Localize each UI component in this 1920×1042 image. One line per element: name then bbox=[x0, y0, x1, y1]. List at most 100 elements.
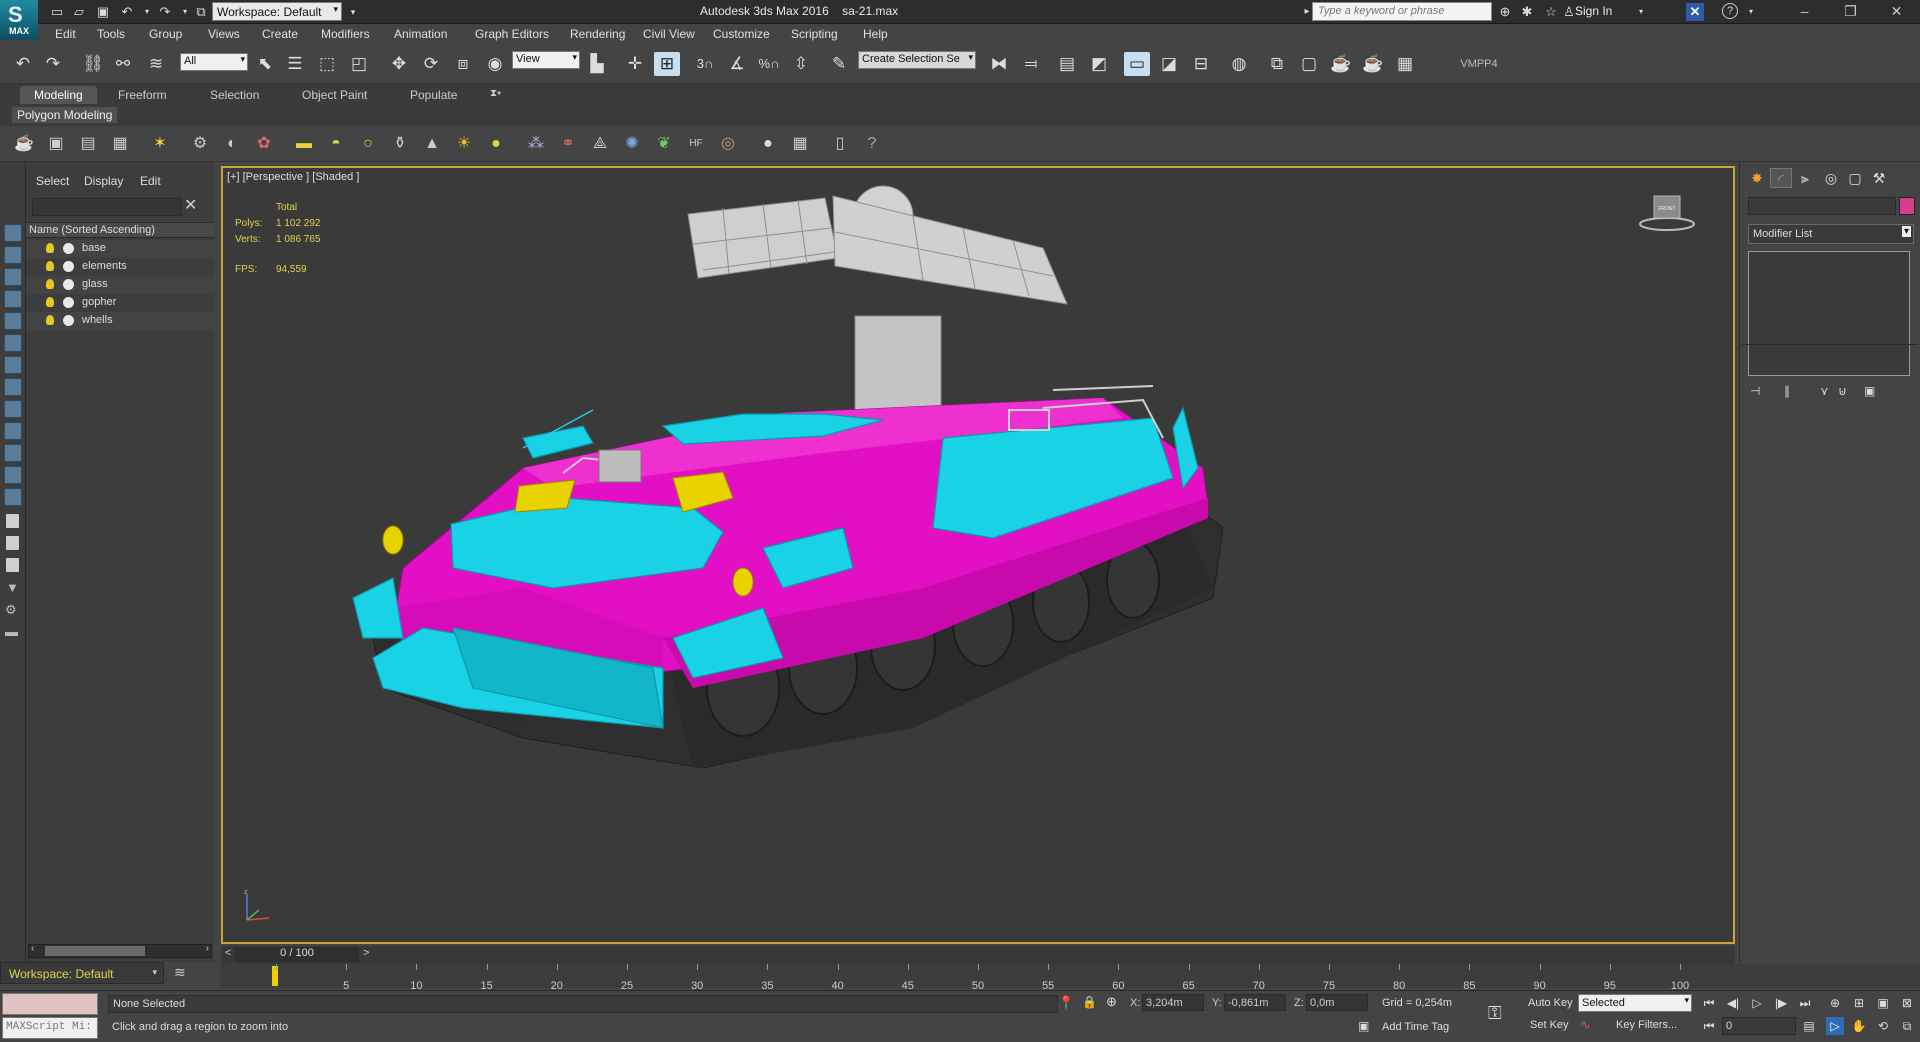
set-key-button[interactable]: Set Key bbox=[1530, 1019, 1569, 1031]
maxscript-mini-listener[interactable]: MAXScript Mi: bbox=[2, 1017, 98, 1039]
redo-quick-icon[interactable]: ↷ bbox=[156, 3, 174, 21]
menu-customize[interactable]: Customize bbox=[713, 27, 770, 41]
clear-search-icon[interactable]: ✕ bbox=[184, 195, 197, 215]
render-visibility-icon[interactable] bbox=[63, 243, 74, 254]
menu-civil-view[interactable]: Civil View bbox=[643, 27, 695, 41]
absolute-mode-icon[interactable]: ⊕ bbox=[1106, 994, 1117, 1010]
bones-icon[interactable]: ⟁ bbox=[588, 133, 612, 155]
scene-explorer-toggle-icon[interactable]: ▤ bbox=[1054, 52, 1080, 76]
link-icon[interactable]: ⛓ bbox=[80, 52, 106, 76]
time-tag-icon[interactable]: ▣ bbox=[1358, 1019, 1369, 1033]
light-bulb-icon[interactable] bbox=[46, 243, 54, 253]
unlink-icon[interactable]: ⚯ bbox=[110, 52, 136, 76]
se-menu-edit[interactable]: Edit bbox=[140, 174, 161, 188]
tab-selection[interactable]: Selection bbox=[210, 88, 259, 102]
percent-snap-icon[interactable]: %∩ bbox=[756, 52, 782, 76]
hemisphere-primitive-icon[interactable]: ◓ bbox=[324, 133, 348, 155]
display-tab-icon[interactable]: ▢ bbox=[1844, 168, 1866, 188]
selection-filter-dropdown[interactable]: All ▾ bbox=[180, 53, 248, 71]
menu-rendering[interactable]: Rendering bbox=[570, 27, 625, 41]
object-color-swatch[interactable] bbox=[1899, 197, 1915, 215]
render-visibility-icon[interactable] bbox=[63, 315, 74, 326]
go-to-end-icon[interactable]: ⏭ bbox=[1796, 994, 1814, 1012]
z-coord-field[interactable]: 0,0m bbox=[1306, 994, 1368, 1011]
modifier-stack[interactable] bbox=[1748, 251, 1910, 376]
display-shapes-icon[interactable] bbox=[4, 268, 22, 286]
hair-fur-icon[interactable]: HF bbox=[684, 133, 708, 155]
redo-icon[interactable]: ↷ bbox=[40, 52, 66, 76]
undo-icon[interactable]: ↶ bbox=[10, 52, 36, 76]
next-key-icon[interactable]: |▶ bbox=[1772, 994, 1790, 1012]
material-sphere-icon[interactable]: ● bbox=[756, 133, 780, 155]
help-icon[interactable]: ? bbox=[1722, 3, 1738, 19]
select-manipulate-icon[interactable]: ✛ bbox=[622, 52, 648, 76]
make-unique-icon[interactable]: ⋎ bbox=[1820, 384, 1829, 398]
time-marker[interactable] bbox=[272, 966, 278, 986]
pivot-center-icon[interactable]: ▙ bbox=[584, 52, 610, 76]
dynamics-icon[interactable]: ⚭ bbox=[556, 133, 580, 155]
scroll-right-icon[interactable]: › bbox=[206, 943, 209, 954]
select-none-icon[interactable] bbox=[6, 536, 19, 550]
helper-icon[interactable]: ◐ bbox=[220, 133, 244, 155]
layer-explorer-icon[interactable]: ◩ bbox=[1086, 52, 1112, 76]
mirror-icon[interactable]: ⧓ bbox=[986, 52, 1012, 76]
prev-frame-icon[interactable]: < bbox=[225, 947, 231, 959]
go-to-start-icon[interactable]: ⏮ bbox=[1700, 994, 1718, 1012]
key-filters-button[interactable]: Key Filters... bbox=[1616, 1019, 1677, 1031]
render-visibility-icon[interactable] bbox=[63, 261, 74, 272]
hierarchy-tab-icon[interactable]: ⫸ bbox=[1794, 168, 1816, 188]
scroll-left-icon[interactable]: ‹ bbox=[31, 943, 34, 954]
show-end-result-icon[interactable]: ∥ bbox=[1784, 384, 1790, 398]
workspace-dropdown[interactable]: Workspace: Default ▾ bbox=[212, 2, 342, 21]
favorites-star-icon[interactable]: ☆ bbox=[1542, 3, 1560, 21]
x-coord-field[interactable]: 3,204m bbox=[1142, 994, 1204, 1011]
display-hidden-icon[interactable] bbox=[4, 488, 22, 506]
menu-modifiers[interactable]: Modifiers bbox=[321, 27, 370, 41]
search-input[interactable]: Type a keyword or phrase bbox=[1312, 2, 1492, 21]
quick-access-menu-icon[interactable]: ▾ bbox=[344, 3, 362, 21]
zoom-icon[interactable]: ⊕ bbox=[1826, 994, 1844, 1012]
lock-icon[interactable]: ▬ bbox=[5, 624, 18, 639]
binoculars-icon[interactable]: ⊕ bbox=[1496, 3, 1514, 21]
track-bar[interactable]: 5 10 15 20 25 30 35 40 45 50 55 60 65 70 75 80 85 90 95 100 bbox=[220, 964, 1920, 992]
lights-manager-icon[interactable]: ✶ bbox=[148, 133, 172, 155]
tab-freeform[interactable]: Freeform bbox=[118, 88, 167, 102]
light-bulb-icon[interactable] bbox=[46, 261, 54, 271]
schematic-view-icon[interactable]: ⊟ bbox=[1188, 52, 1214, 76]
se-menu-display[interactable]: Display bbox=[84, 174, 123, 188]
communication-center-icon[interactable]: ✱ bbox=[1518, 3, 1536, 21]
render-visibility-icon[interactable] bbox=[63, 297, 74, 308]
menu-group[interactable]: Group bbox=[149, 27, 182, 41]
sync-selection-icon[interactable]: ⚙ bbox=[5, 602, 17, 618]
key-curve-icon[interactable]: ∿ bbox=[1580, 1017, 1591, 1033]
display-bones-icon[interactable] bbox=[4, 422, 22, 440]
previous-key-icon[interactable]: ◀| bbox=[1724, 994, 1742, 1012]
gear-icon[interactable]: ✺ bbox=[620, 133, 644, 155]
render-iterative-icon[interactable]: ☕ bbox=[1360, 52, 1386, 76]
bind-space-warp-icon[interactable]: ≋ bbox=[143, 52, 169, 76]
zoom-all-icon[interactable]: ⊞ bbox=[1850, 994, 1868, 1012]
ribbon-options-icon[interactable]: ⧗▾ bbox=[490, 88, 501, 99]
menu-animation[interactable]: Animation bbox=[394, 27, 447, 41]
modify-tab-icon[interactable]: ◜ bbox=[1770, 168, 1792, 188]
close-icon[interactable]: ✕ bbox=[1874, 0, 1919, 24]
remove-modifier-icon[interactable]: ⊍ bbox=[1838, 384, 1847, 398]
play-icon[interactable]: ▷ bbox=[1748, 994, 1766, 1012]
lock-selection-icon[interactable]: 🔒 bbox=[1082, 995, 1097, 1009]
select-all-icon[interactable] bbox=[6, 514, 19, 528]
filter-icon[interactable]: ▼ bbox=[6, 580, 19, 595]
rectangle-selection-icon[interactable]: ⬚ bbox=[314, 52, 340, 76]
pin-stack-icon[interactable]: ⊣ bbox=[1750, 384, 1760, 398]
undo-quick-icon[interactable]: ↶ bbox=[118, 3, 136, 21]
box-primitive-icon[interactable]: ▬ bbox=[292, 133, 316, 155]
workspace-selector[interactable]: Workspace: Default ▾ bbox=[0, 962, 164, 984]
help-dropdown-icon[interactable]: ▾ bbox=[1742, 3, 1760, 21]
render-production-icon[interactable]: ☕ bbox=[1328, 52, 1354, 76]
angle-snap-icon[interactable]: ∡ bbox=[724, 52, 750, 76]
particle-icon[interactable]: ⁂ bbox=[524, 133, 548, 155]
pan-view-icon[interactable]: ✋ bbox=[1850, 1017, 1868, 1035]
snaps-toggle-icon[interactable]: 3∩ bbox=[692, 52, 718, 76]
utilities-tab-icon[interactable]: ⚒ bbox=[1868, 168, 1890, 188]
rendered-frame-window-icon[interactable]: ▢ bbox=[1296, 52, 1322, 76]
menu-views[interactable]: Views bbox=[208, 27, 240, 41]
